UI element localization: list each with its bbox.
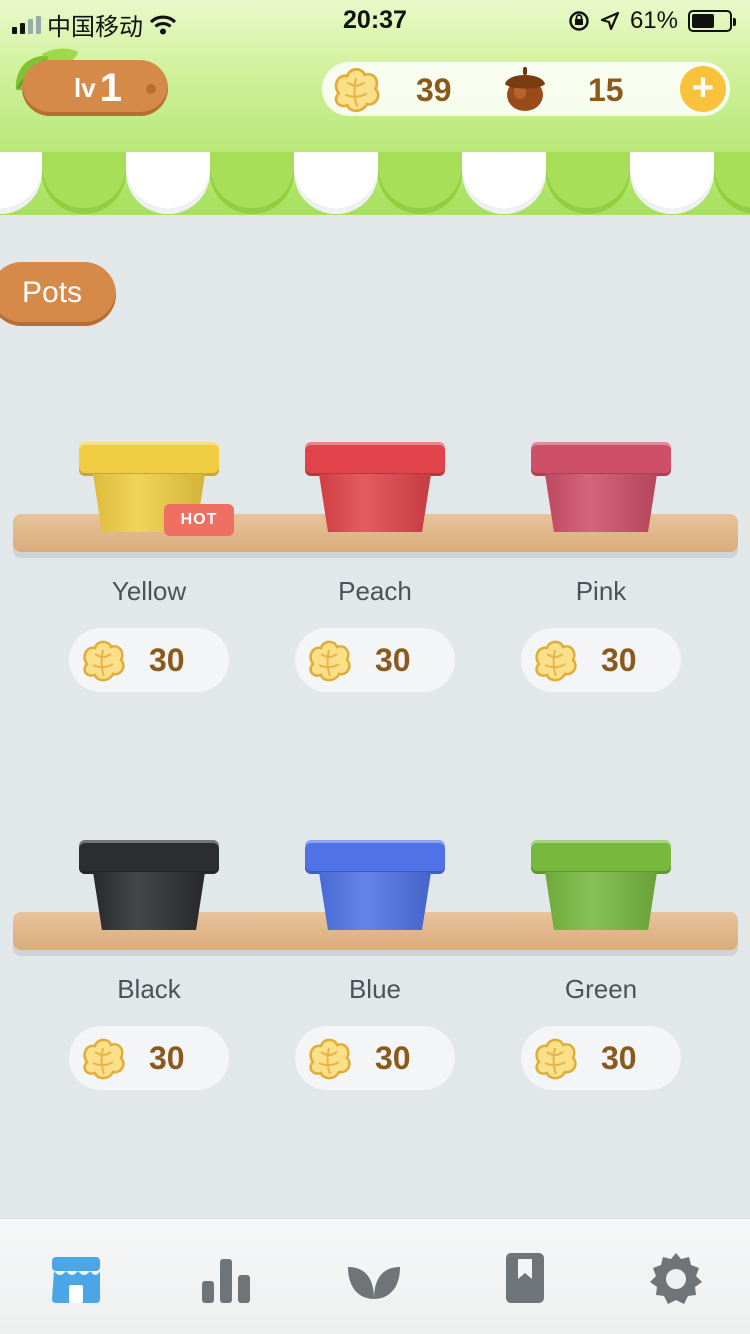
gear-icon[interactable] bbox=[646, 1249, 706, 1309]
acorn-icon bbox=[505, 67, 545, 111]
pot-black[interactable] bbox=[79, 840, 219, 932]
app-header: 中国移动 20:37 61% lv 1 39 15 + bbox=[0, 0, 750, 215]
price-value: 30 bbox=[375, 642, 411, 678]
category-tab-pots[interactable]: Pots bbox=[0, 262, 116, 326]
bookmark-icon[interactable] bbox=[496, 1249, 556, 1309]
seed-count: 39 bbox=[416, 72, 452, 108]
currency-bar: 39 15 + bbox=[322, 62, 730, 116]
level-dot bbox=[146, 84, 156, 94]
seed-icon bbox=[330, 65, 382, 113]
level-prefix: lv bbox=[74, 72, 96, 103]
pot-body bbox=[545, 474, 657, 532]
battery-icon bbox=[688, 10, 736, 32]
buy-button-blue[interactable]: 30 bbox=[295, 1026, 455, 1090]
buy-button-green[interactable]: 30 bbox=[521, 1026, 681, 1090]
buy-button-peach[interactable]: 30 bbox=[295, 628, 455, 692]
pot-name: Yellow bbox=[111, 576, 187, 606]
price-value: 30 bbox=[149, 642, 185, 678]
pot-pink[interactable] bbox=[531, 442, 671, 534]
buy-button-black[interactable]: 30 bbox=[69, 1026, 229, 1090]
acorn-count: 15 bbox=[588, 72, 624, 108]
status-bar: 中国移动 20:37 61% bbox=[0, 0, 750, 41]
pot-body bbox=[545, 872, 657, 930]
price-value: 30 bbox=[149, 1040, 185, 1076]
seed-icon bbox=[305, 1036, 353, 1080]
leaf-icon[interactable] bbox=[342, 1249, 406, 1309]
pot-blue[interactable] bbox=[305, 840, 445, 932]
chart-icon[interactable] bbox=[196, 1249, 256, 1309]
level-badge[interactable]: lv 1 bbox=[22, 60, 168, 116]
seed-icon bbox=[305, 638, 353, 682]
price-value: 30 bbox=[375, 1040, 411, 1076]
seed-icon bbox=[79, 1036, 127, 1080]
pot-name: Pink bbox=[575, 576, 627, 606]
pot-rim bbox=[531, 442, 671, 476]
pot-name: Peach bbox=[338, 576, 412, 606]
add-currency-button[interactable]: + bbox=[680, 66, 726, 112]
pot-rim bbox=[531, 840, 671, 874]
pot-body bbox=[93, 872, 205, 930]
buy-button-pink[interactable]: 30 bbox=[521, 628, 681, 692]
pot-peach[interactable] bbox=[305, 442, 445, 534]
pot-name: Blue bbox=[348, 974, 402, 1004]
pot-name: Green bbox=[564, 974, 638, 1004]
store-icon[interactable] bbox=[46, 1249, 106, 1309]
tab-bar bbox=[0, 1218, 750, 1334]
pot-rim bbox=[79, 442, 219, 476]
buy-button-yellow[interactable]: 30 bbox=[69, 628, 229, 692]
level-number: 1 bbox=[99, 65, 122, 110]
rotation-lock-icon bbox=[569, 11, 589, 31]
pot-name: Black bbox=[117, 974, 181, 1004]
pot-body bbox=[319, 872, 431, 930]
pot-rim bbox=[79, 840, 219, 874]
location-icon bbox=[600, 11, 620, 31]
pot-body bbox=[319, 474, 431, 532]
hot-badge: HOT bbox=[164, 504, 234, 536]
seed-icon bbox=[79, 638, 127, 682]
seed-icon bbox=[531, 1036, 579, 1080]
pot-rim bbox=[305, 442, 445, 476]
price-value: 30 bbox=[601, 1040, 637, 1076]
price-value: 30 bbox=[601, 642, 637, 678]
awning bbox=[0, 152, 750, 214]
pot-green[interactable] bbox=[531, 840, 671, 932]
battery-percent: 61% bbox=[629, 7, 678, 34]
pot-rim bbox=[305, 840, 445, 874]
seed-icon bbox=[531, 638, 579, 682]
